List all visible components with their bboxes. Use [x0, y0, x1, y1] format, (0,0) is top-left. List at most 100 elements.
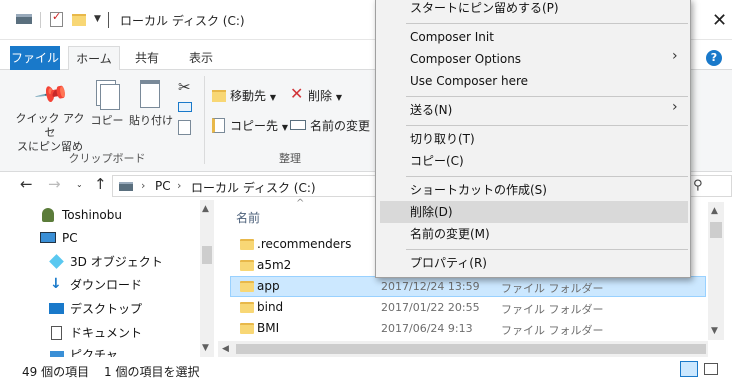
move-to-icon — [212, 90, 226, 102]
copy-icon-back — [100, 84, 120, 110]
paste-shortcut-icon[interactable] — [178, 120, 191, 135]
menu-item-pin-start[interactable]: スタートにピン留めする(P) — [410, 0, 559, 19]
new-folder-icon[interactable] — [72, 14, 86, 26]
computer-icon — [40, 232, 56, 243]
tab-home[interactable]: ホーム — [68, 46, 120, 71]
column-header-name[interactable]: 名前 — [236, 209, 260, 226]
submenu-arrow-icon: › — [672, 48, 678, 64]
breadcrumb-chevron-icon: › — [177, 179, 182, 192]
move-to-button[interactable]: 移動先 ▼ — [230, 87, 276, 104]
breadcrumb-drive[interactable]: ローカル ディスク (C:) — [191, 179, 316, 196]
nav-item-toshinobu[interactable]: Toshinobu — [62, 205, 122, 225]
file-name: app — [257, 279, 280, 293]
nav-scroll-thumb[interactable] — [202, 246, 212, 264]
group-separator — [204, 76, 205, 164]
submenu-arrow-icon: › — [672, 99, 678, 115]
file-list-hscroll[interactable]: ◀ — [218, 341, 708, 357]
menu-item-composer-options[interactable]: Composer Options — [410, 48, 521, 70]
table-row-selected[interactable]: app 2017/12/24 13:59 ファイル フォルダー — [230, 276, 706, 297]
tab-file[interactable]: ファイル — [10, 46, 60, 70]
file-scroll-thumb[interactable] — [710, 222, 722, 238]
menu-separator — [406, 23, 688, 24]
scroll-up-icon[interactable]: ▲ — [202, 204, 209, 214]
menu-item-rename[interactable]: 名前の変更(M) — [410, 223, 490, 245]
scroll-down-icon[interactable]: ▼ — [711, 326, 718, 336]
file-type: ファイル フォルダー — [501, 303, 604, 316]
nav-item-documents[interactable]: ドキュメント — [70, 323, 142, 343]
sort-up-icon: ^ — [296, 198, 305, 209]
breadcrumb-pc[interactable]: PC — [155, 179, 171, 193]
properties-checkbox-icon[interactable]: ✓ — [50, 10, 63, 27]
copy-to-label: コピー先 — [230, 119, 279, 133]
rename-button[interactable]: 名前の変更 — [310, 117, 370, 134]
cut-icon[interactable]: ✂ — [178, 78, 191, 96]
menu-item-create-shortcut[interactable]: ショートカットの作成(S) — [410, 179, 547, 201]
copy-path-icon[interactable] — [178, 102, 192, 112]
nav-scrollbar[interactable]: ▲ ▼ — [200, 200, 214, 357]
drive-icon — [16, 14, 32, 24]
forward-icon[interactable]: → — [48, 175, 61, 193]
copy-to-button[interactable]: コピー先 ▼ — [230, 117, 288, 134]
paste-button[interactable]: 貼り付け — [128, 114, 174, 128]
title-separator-2 — [108, 12, 109, 28]
status-bar: 49 個の項目 1 個の項目を選択 — [0, 357, 732, 388]
menu-item-properties[interactable]: プロパティ(R) — [410, 252, 487, 274]
file-date: 2017/01/22 20:55 — [381, 301, 480, 314]
file-name: BMI — [257, 321, 280, 335]
pin-quick-access-button[interactable]: クイック アクセ スにピン留め — [14, 112, 86, 154]
quick-access-dropdown-icon[interactable]: ▼ — [94, 14, 101, 24]
tab-share[interactable]: 共有 — [124, 46, 170, 70]
item-count: 49 個の項目 — [22, 365, 90, 379]
folder-icon — [240, 323, 254, 334]
file-date: 2017/12/24 13:59 — [381, 280, 480, 293]
up-icon[interactable]: ↑ — [94, 175, 107, 193]
menu-item-cut[interactable]: 切り取り(T) — [410, 128, 475, 150]
back-icon[interactable]: ← — [20, 175, 33, 193]
download-icon: ↓ — [50, 276, 62, 292]
file-type: ファイル フォルダー — [501, 282, 604, 295]
file-list-vscroll[interactable]: ▲ ▼ — [708, 202, 724, 340]
cube-icon — [49, 254, 64, 269]
close-icon[interactable]: ✕ — [712, 10, 727, 31]
menu-item-use-composer[interactable]: Use Composer here — [410, 70, 528, 92]
nav-item-pc[interactable]: PC — [62, 228, 78, 248]
table-row[interactable]: bind 2017/01/22 20:55 ファイル フォルダー — [230, 297, 706, 318]
help-icon[interactable]: ? — [706, 50, 722, 66]
delete-button[interactable]: 削除 ▼ — [308, 87, 342, 104]
folder-icon — [240, 281, 254, 292]
file-name: a5m2 — [257, 258, 292, 272]
organize-group-label: 整理 — [279, 152, 301, 165]
rename-icon — [290, 120, 306, 130]
scroll-down-icon[interactable]: ▼ — [202, 343, 209, 353]
folder-icon — [240, 260, 254, 271]
menu-item-delete[interactable]: 削除(D) — [410, 201, 453, 223]
scroll-left-icon[interactable]: ◀ — [222, 344, 229, 354]
file-name: .recommenders — [257, 237, 352, 251]
recent-dropdown-icon[interactable]: ⌄ — [76, 180, 83, 189]
chevron-down-icon: ▼ — [335, 93, 342, 102]
delete-icon: ✕ — [290, 84, 304, 103]
tab-view[interactable]: 表示 — [178, 46, 224, 70]
menu-item-copy[interactable]: コピー(C) — [410, 150, 464, 172]
menu-separator — [406, 125, 688, 126]
table-row[interactable]: BMI 2017/06/24 9:13 ファイル フォルダー — [230, 318, 706, 339]
file-type: ファイル フォルダー — [501, 324, 604, 337]
copy-button[interactable]: コピー — [90, 114, 124, 128]
hscroll-thumb[interactable] — [236, 344, 706, 354]
nav-item-3d-objects[interactable]: 3D オブジェクト — [70, 252, 163, 272]
nav-item-desktop[interactable]: デスクトップ — [70, 299, 142, 319]
nav-item-pictures[interactable]: ピクチャ — [70, 345, 118, 357]
menu-separator — [406, 176, 688, 177]
title-separator — [40, 12, 41, 28]
menu-item-composer-init[interactable]: Composer Init — [410, 26, 494, 48]
scroll-up-icon[interactable]: ▲ — [711, 206, 718, 216]
nav-item-downloads[interactable]: ダウンロード — [70, 275, 142, 295]
copy-to-icon — [212, 118, 225, 133]
window-title: ローカル ディスク (C:) — [120, 14, 245, 28]
large-icons-view-icon[interactable] — [704, 363, 718, 375]
search-icon[interactable]: ⚲ — [693, 178, 703, 193]
menu-item-send-to[interactable]: 送る(N) — [410, 99, 452, 121]
move-to-label: 移動先 — [230, 89, 267, 103]
details-view-icon[interactable] — [680, 361, 698, 377]
drive-icon — [119, 182, 133, 191]
